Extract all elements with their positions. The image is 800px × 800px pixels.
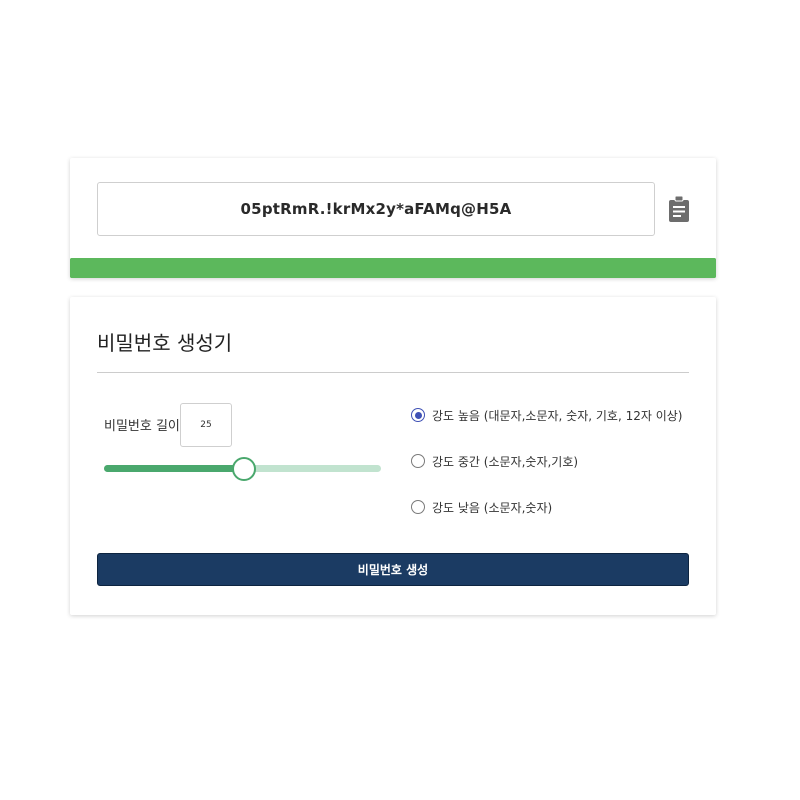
option-label: 강도 낮음 (소문자,숫자) (432, 500, 553, 515)
radio-dot (414, 411, 422, 419)
strength-options: 강도 높음 (대문자,소문자, 숫자, 기호, 12자 이상) 강도 중간 (소… (411, 403, 682, 541)
option-high[interactable]: 강도 높음 (대문자,소문자, 숫자, 기호, 12자 이상) (411, 403, 682, 427)
slider-thumb[interactable] (231, 457, 256, 481)
strength-meter (70, 258, 716, 278)
page: 05ptRmR.!krMx2y*aFAMq@H5A 비밀번호 생성기 비밀번호 … (0, 0, 800, 800)
radio-button[interactable] (411, 454, 425, 468)
option-low[interactable]: 강도 낮음 (소문자,숫자) (411, 495, 682, 519)
strength-meter-fill (70, 258, 716, 278)
password-output-card: 05ptRmR.!krMx2y*aFAMq@H5A (70, 158, 716, 278)
slider-fill (104, 465, 243, 472)
password-display[interactable]: 05ptRmR.!krMx2y*aFAMq@H5A (97, 182, 655, 236)
generate-button[interactable]: 비밀번호 생성 (97, 553, 689, 586)
radio-button[interactable] (411, 408, 425, 422)
option-label: 강도 높음 (대문자,소문자, 숫자, 기호, 12자 이상) (432, 408, 683, 423)
option-label: 강도 중간 (소문자,숫자,기호) (432, 454, 579, 469)
length-slider[interactable] (104, 457, 381, 481)
length-input[interactable] (180, 403, 232, 447)
divider (97, 372, 689, 373)
clipboard-icon[interactable] (668, 195, 690, 223)
generator-title: 비밀번호 생성기 (97, 331, 233, 355)
radio-button[interactable] (411, 500, 425, 514)
generator-card: 비밀번호 생성기 비밀번호 길이 강도 높음 (대문자,소문자, 숫자, 기호,… (70, 297, 716, 615)
option-medium[interactable]: 강도 중간 (소문자,숫자,기호) (411, 449, 682, 473)
length-label: 비밀번호 길이 (104, 419, 180, 434)
